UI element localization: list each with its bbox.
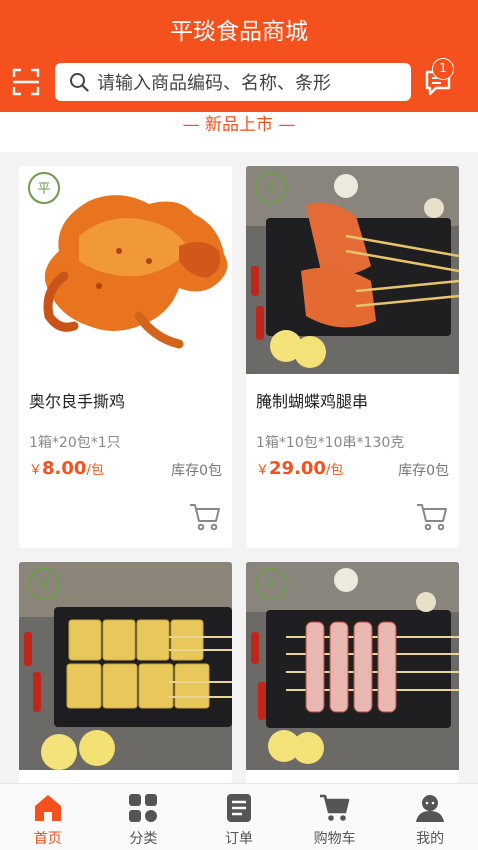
tab-profile[interactable]: 我的 — [382, 784, 478, 850]
svg-text:平: 平 — [264, 182, 277, 197]
price-currency: ￥ — [29, 463, 43, 478]
tab-label: 购物车 — [313, 831, 356, 847]
price-unit: /包 — [86, 463, 104, 478]
category-icon — [129, 794, 158, 822]
search-icon — [70, 73, 89, 92]
tab-label: 分类 — [129, 831, 158, 847]
product-image: 平 — [19, 166, 232, 374]
product-stock: 库存0包 — [398, 463, 449, 479]
tab-label: 首页 — [33, 831, 62, 847]
bottom-tab-bar: 首页 分类 订单 购物车 我的 — [0, 783, 478, 850]
home-icon — [34, 795, 61, 821]
search-placeholder[interactable]: 请输入商品编码、名称、条形 — [97, 69, 331, 95]
price-value: 8.00 — [42, 458, 87, 479]
product-image: 平 — [246, 562, 459, 770]
product-card[interactable]: 平 — [19, 562, 232, 783]
svg-text:平: 平 — [264, 578, 277, 593]
product-name[interactable]: 奥尔良手撕鸡 — [29, 388, 125, 412]
tab-cart[interactable]: 购物车 — [287, 784, 383, 850]
search-bar[interactable]: 请输入商品编码、名称、条形 — [55, 63, 411, 101]
app-title: 平琰食品商城 — [170, 19, 308, 45]
product-price: ￥29.00/包 — [256, 458, 343, 479]
product-image: 平 — [19, 562, 232, 770]
order-icon — [226, 794, 251, 822]
price-currency: ￥ — [256, 463, 270, 478]
svg-text:平: 平 — [37, 182, 50, 197]
cart-icon — [319, 794, 349, 821]
product-card[interactable]: 平 奥尔良手撕鸡 1箱*20包*1只 ￥8.00/包 库存0包 — [19, 166, 232, 548]
tab-home[interactable]: 首页 — [0, 784, 96, 850]
price-unit: /包 — [325, 463, 344, 478]
tab-category[interactable]: 分类 — [96, 784, 192, 850]
product-name[interactable]: 腌制蝴蝶鸡腿串 — [256, 388, 368, 412]
tab-label: 订单 — [224, 831, 253, 847]
svg-text:平: 平 — [37, 578, 50, 593]
product-price: ￥8.00/包 — [29, 458, 104, 479]
scan-icon[interactable] — [12, 68, 40, 96]
product-spec: 1箱*20包*1只 — [29, 435, 121, 451]
message-badge: 1 — [432, 58, 454, 80]
section-title: — 新品上市 — — [182, 115, 296, 135]
add-to-cart-icon[interactable] — [415, 500, 449, 532]
tab-orders[interactable]: 订单 — [191, 784, 287, 850]
product-image: 平 — [246, 166, 459, 374]
product-stock: 库存0包 — [171, 463, 222, 479]
price-value: 29.00 — [269, 458, 326, 479]
profile-icon — [416, 795, 445, 822]
add-to-cart-icon[interactable] — [188, 500, 222, 532]
tab-label: 我的 — [416, 831, 445, 847]
product-card[interactable]: 平 腌制蝴蝶鸡腿串 1箱*10包*10串*130克 ￥29.00/包 库存0包 — [246, 166, 459, 548]
product-spec: 1箱*10包*10串*130克 — [256, 435, 405, 451]
product-card[interactable]: 平 — [246, 562, 459, 783]
